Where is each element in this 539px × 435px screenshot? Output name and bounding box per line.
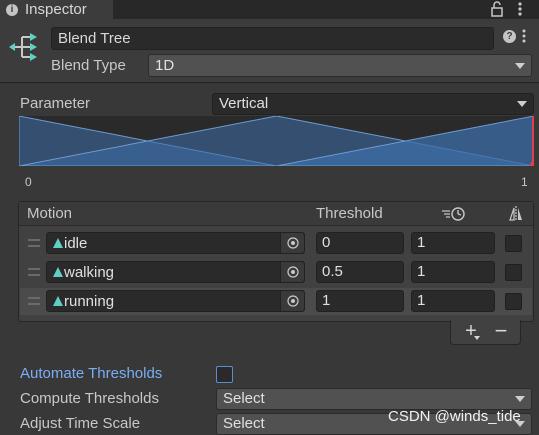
motion-clip-name: walking	[64, 264, 115, 281]
chevron-down-icon	[515, 396, 525, 402]
more-options-icon[interactable]	[514, 1, 526, 17]
compute-thresholds-dropdown[interactable]: Select	[216, 388, 532, 410]
animation-clip-icon	[53, 238, 63, 248]
automate-thresholds-label: Automate Thresholds	[20, 365, 163, 382]
object-picker-button[interactable]	[280, 262, 304, 282]
animation-clip-icon	[53, 296, 63, 306]
target-icon	[287, 266, 299, 278]
mirror-icon	[509, 206, 522, 221]
blend-graph[interactable]	[19, 116, 534, 166]
automate-thresholds-checkbox[interactable]	[216, 366, 233, 383]
motion-clip-name: running	[64, 293, 115, 310]
time-scale-field[interactable]: 1	[411, 261, 495, 283]
info-icon: i	[6, 3, 18, 16]
mirror-checkbox[interactable]	[505, 264, 522, 281]
chevron-down-icon	[474, 336, 480, 340]
motion-row: idle 0 1	[20, 230, 532, 257]
motion-clip-field[interactable]: walking	[46, 261, 305, 283]
component-menu-icon[interactable]	[519, 28, 529, 44]
tab-bar: i Inspector	[0, 0, 539, 19]
blend-tree-icon	[9, 33, 37, 61]
threshold-column-header: Threshold	[316, 205, 383, 222]
threshold-field[interactable]: 0.5	[316, 261, 404, 283]
drag-handle-icon[interactable]	[28, 297, 40, 305]
motion-list-header: Motion Threshold	[19, 202, 533, 226]
motion-row: running 1 1	[20, 288, 532, 315]
graph-max-label: 1	[521, 175, 528, 189]
blend-type-label: Blend Type	[51, 57, 126, 74]
adjust-time-scale-value: Select	[223, 415, 265, 432]
time-scale-icon	[442, 207, 465, 221]
motion-clip-field[interactable]: idle	[46, 232, 305, 254]
object-picker-button[interactable]	[280, 233, 304, 253]
chevron-down-icon	[515, 62, 525, 69]
tab-title: Inspector	[25, 1, 87, 18]
chevron-down-icon	[517, 101, 527, 107]
time-scale-field[interactable]: 1	[411, 290, 495, 312]
compute-thresholds-label: Compute Thresholds	[20, 390, 159, 407]
blend-type-dropdown[interactable]: 1D	[148, 54, 532, 77]
time-scale-field[interactable]: 1	[411, 232, 495, 254]
mirror-checkbox[interactable]	[505, 293, 522, 310]
motion-column-header: Motion	[27, 205, 73, 222]
threshold-field[interactable]: 0	[316, 232, 404, 254]
inspector-header: Blend Tree ? Blend Type 1D	[0, 19, 539, 83]
motion-clip-field[interactable]: running	[46, 290, 305, 312]
add-remove-footer: + −	[450, 320, 521, 345]
motion-row: walking 0.5 1	[20, 259, 532, 286]
object-picker-button[interactable]	[280, 291, 304, 311]
motion-list: Motion Threshold idle 0 1 walking 0.5 1 …	[18, 201, 534, 322]
animation-clip-icon	[53, 267, 63, 277]
adjust-time-scale-label: Adjust Time Scale	[20, 415, 141, 432]
parameter-dropdown[interactable]: Vertical	[212, 93, 534, 115]
help-icon[interactable]: ?	[503, 30, 516, 43]
blend-type-value: 1D	[155, 57, 175, 74]
lock-icon[interactable]	[491, 1, 503, 17]
remove-motion-button[interactable]: −	[489, 320, 513, 343]
tab-inspector[interactable]: i Inspector	[0, 0, 113, 19]
graph-min-label: 0	[25, 175, 32, 189]
drag-handle-icon[interactable]	[28, 268, 40, 276]
threshold-field[interactable]: 1	[316, 290, 404, 312]
name-field[interactable]: Blend Tree	[51, 27, 494, 50]
target-icon	[287, 237, 299, 249]
target-icon	[287, 295, 299, 307]
drag-handle-icon[interactable]	[28, 239, 40, 247]
parameter-label: Parameter	[20, 95, 91, 112]
mirror-checkbox[interactable]	[505, 235, 522, 252]
compute-thresholds-value: Select	[223, 390, 265, 407]
add-motion-button[interactable]: +	[459, 321, 483, 343]
watermark: CSDN @winds_tide	[388, 408, 521, 425]
parameter-value: Vertical	[219, 95, 269, 112]
motion-clip-name: idle	[64, 235, 88, 252]
